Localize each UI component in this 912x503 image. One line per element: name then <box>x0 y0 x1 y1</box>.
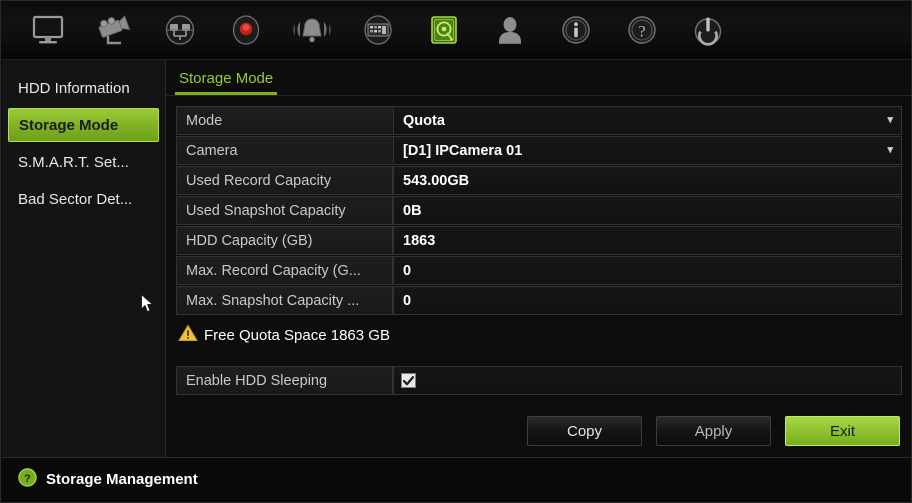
camera-select[interactable]: [D1] IPCamera 01 ▾ <box>393 136 902 165</box>
sidebar: HDD Information Storage Mode S.M.A.R.T. … <box>2 60 166 458</box>
max-record-capacity-input[interactable]: 0 <box>393 256 902 285</box>
sidebar-item-label: HDD Information <box>18 79 130 97</box>
field-max-record-capacity: Max. Record Capacity (G... 0 <box>176 256 902 285</box>
field-max-record-capacity-label: Max. Record Capacity (G... <box>176 256 393 285</box>
alarm-icon[interactable] <box>279 4 345 56</box>
sidebar-item-label: Bad Sector Det... <box>18 190 133 208</box>
status-bar: ? Storage Management <box>2 457 911 501</box>
field-used-snapshot-capacity: Used Snapshot Capacity 0B <box>176 196 902 225</box>
power-icon[interactable] <box>675 4 741 56</box>
used-record-capacity-value: 543.00GB <box>393 166 902 195</box>
camera-icon[interactable] <box>81 4 147 56</box>
monitor-icon[interactable] <box>15 4 81 56</box>
sidebar-item-label: S.M.A.R.T. Set... <box>18 153 129 171</box>
sidebar-item-bad-sector-detection[interactable]: Bad Sector Det... <box>8 182 159 216</box>
max-snapshot-capacity-input[interactable]: 0 <box>393 286 902 315</box>
chevron-down-icon: ▾ <box>887 144 893 156</box>
nvr-window: ? HDD Information Storage Mode S.M.A.R.T… <box>0 0 912 503</box>
max-record-capacity-value: 0 <box>403 262 412 279</box>
field-used-snapshot-capacity-label: Used Snapshot Capacity <box>176 196 393 225</box>
help-circle-icon[interactable]: ? <box>18 467 37 492</box>
chevron-down-icon: ▾ <box>887 114 893 126</box>
network-icon[interactable] <box>147 4 213 56</box>
enable-hdd-sleeping-cell <box>393 366 902 395</box>
exit-button[interactable]: Exit <box>785 416 900 446</box>
field-used-record-capacity-label: Used Record Capacity <box>176 166 393 195</box>
field-max-snapshot-capacity-label: Max. Snapshot Capacity ... <box>176 286 393 315</box>
tab-storage-mode[interactable]: Storage Mode <box>175 70 278 95</box>
info-icon[interactable] <box>543 4 609 56</box>
storage-mode-form: Mode Quota ▾ Camera [D1] IPCamera 01 ▾ U… <box>166 96 911 395</box>
record-icon[interactable] <box>213 4 279 56</box>
field-used-record-capacity: Used Record Capacity 543.00GB <box>176 166 902 195</box>
tab-strip: Storage Mode <box>166 60 911 96</box>
free-quota-warning: Free Quota Space 1863 GB <box>178 321 902 349</box>
field-enable-hdd-sleeping: Enable HDD Sleeping <box>176 366 902 395</box>
field-mode-label: Mode <box>176 106 393 135</box>
action-buttons: Copy Apply Exit <box>527 416 900 446</box>
field-mode: Mode Quota ▾ <box>176 106 902 135</box>
copy-button[interactable]: Copy <box>527 416 642 446</box>
enable-hdd-sleeping-checkbox[interactable] <box>401 373 416 388</box>
sidebar-item-label: Storage Mode <box>19 116 119 134</box>
warning-triangle-icon <box>178 324 198 346</box>
main-toolbar: ? <box>1 1 911 60</box>
help-icon[interactable]: ? <box>609 4 675 56</box>
field-camera-label: Camera <box>176 136 393 165</box>
user-icon[interactable] <box>477 4 543 56</box>
hdd-icon[interactable] <box>411 4 477 56</box>
apply-button[interactable]: Apply <box>656 416 771 446</box>
free-quota-warning-text: Free Quota Space 1863 GB <box>204 326 390 344</box>
field-hdd-capacity: HDD Capacity (GB) 1863 <box>176 226 902 255</box>
device-icon[interactable] <box>345 4 411 56</box>
sidebar-item-smart-settings[interactable]: S.M.A.R.T. Set... <box>8 145 159 179</box>
svg-text:?: ? <box>24 473 31 485</box>
mode-select[interactable]: Quota ▾ <box>393 106 902 135</box>
field-camera: Camera [D1] IPCamera 01 ▾ <box>176 136 902 165</box>
used-snapshot-capacity-value: 0B <box>393 196 902 225</box>
svg-text:?: ? <box>638 24 645 41</box>
field-enable-hdd-sleeping-label: Enable HDD Sleeping <box>176 366 393 395</box>
status-bar-text: Storage Management <box>46 471 198 488</box>
max-snapshot-capacity-value: 0 <box>403 292 412 309</box>
mode-select-value: Quota <box>403 112 445 129</box>
field-hdd-capacity-label: HDD Capacity (GB) <box>176 226 393 255</box>
sidebar-item-hdd-information[interactable]: HDD Information <box>8 71 159 105</box>
hdd-capacity-value: 1863 <box>393 226 902 255</box>
camera-select-value: [D1] IPCamera 01 <box>403 142 523 159</box>
sidebar-item-storage-mode[interactable]: Storage Mode <box>8 108 159 142</box>
field-max-snapshot-capacity: Max. Snapshot Capacity ... 0 <box>176 286 902 315</box>
content-panel: Storage Mode Mode Quota ▾ Camera [D1] IP… <box>166 60 911 458</box>
